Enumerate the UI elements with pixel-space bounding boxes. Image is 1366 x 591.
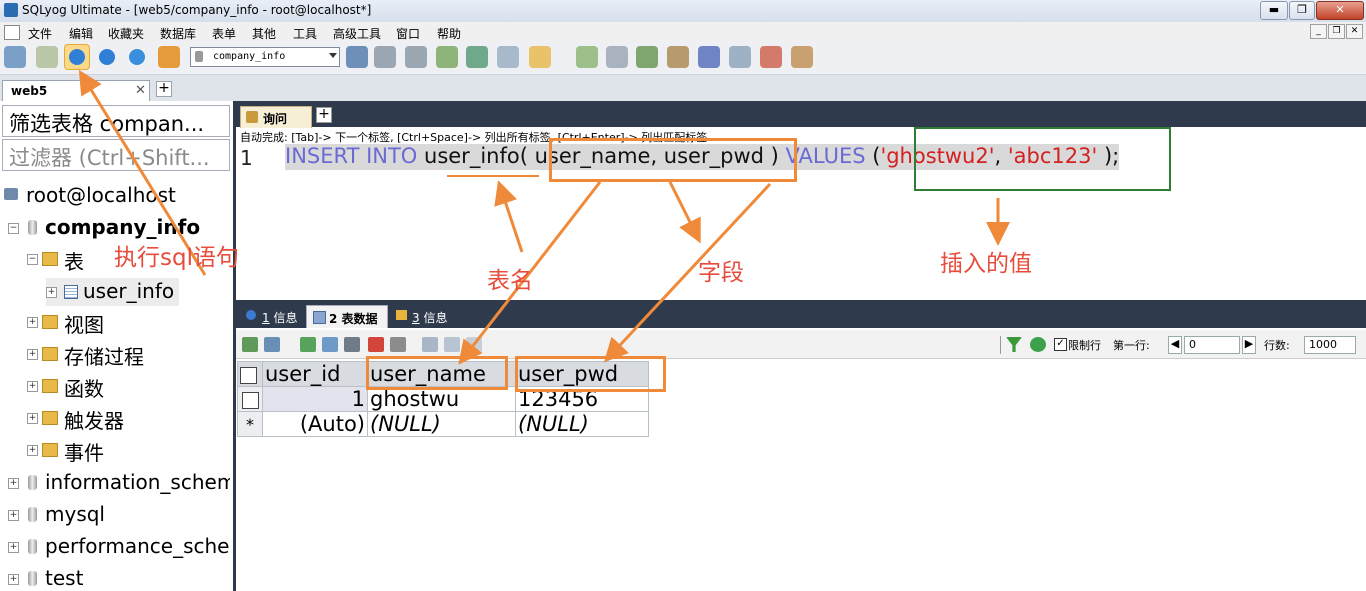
arrow-field-user-pwd <box>603 182 772 363</box>
annotation-arrows <box>78 69 1010 365</box>
arrow-table-name <box>494 180 524 253</box>
annotation-table-name: 表名 <box>487 268 533 294</box>
annotation-execute-sql: 执行sql语句 <box>114 245 239 271</box>
arrow-fields <box>668 181 701 244</box>
annotation-fields: 字段 <box>698 260 744 286</box>
annotation-inserted-values: 插入的值 <box>940 251 1032 277</box>
